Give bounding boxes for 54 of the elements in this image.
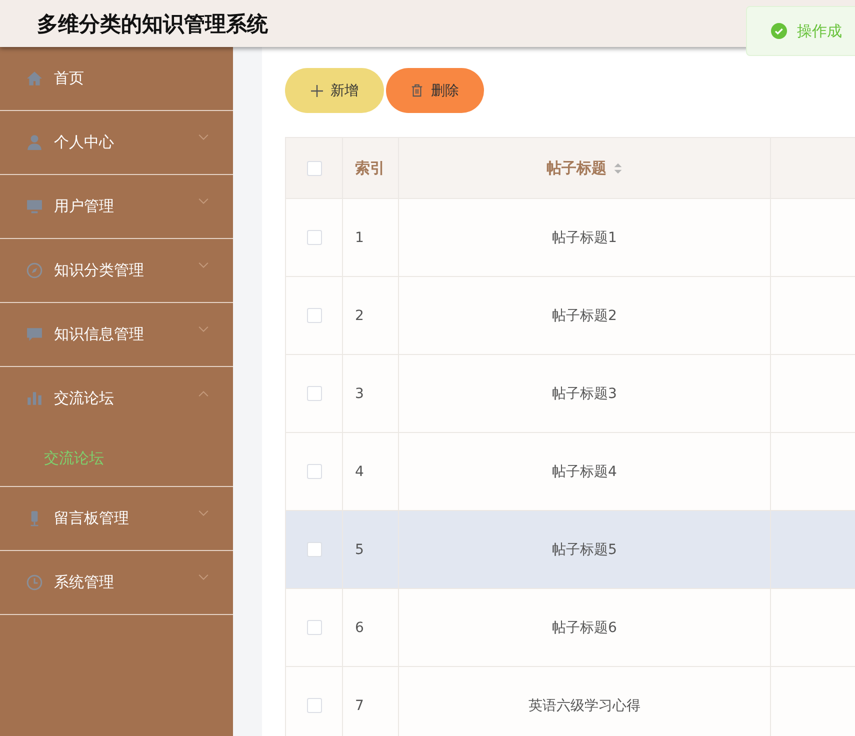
plus-icon [310, 84, 322, 96]
sidebar-item[interactable]: 个人中心 [0, 111, 233, 174]
trash-icon [411, 84, 423, 97]
table-cell: 1 [355, 230, 364, 246]
table-cell: 4 [355, 464, 364, 480]
table-cell: 帖子标题5 [552, 540, 617, 558]
row-checkbox[interactable] [306, 230, 322, 245]
table-cell: 帖子标题4 [552, 462, 617, 480]
table-cell: 6 [355, 620, 364, 636]
table-cell: 3 [355, 386, 364, 402]
row-checkbox[interactable] [306, 542, 322, 557]
delete-button[interactable]: 删除 [386, 68, 484, 113]
sort-icon[interactable] [612, 162, 622, 174]
table-row[interactable]: 3 帖子标题3 [286, 355, 855, 433]
table-cell: 5 [355, 542, 364, 558]
row-checkbox[interactable] [306, 620, 322, 635]
sidebar-item[interactable]: 用户管理 [0, 175, 233, 238]
column-header[interactable]: 帖子标题 [399, 138, 771, 198]
success-icon [771, 23, 787, 39]
row-checkbox[interactable] [306, 308, 322, 323]
column-header[interactable]: 索引 [343, 138, 399, 198]
table-cell: 2 [355, 308, 364, 324]
sidebar-subitem[interactable]: 交流论坛 [0, 430, 233, 486]
sidebar-item[interactable]: 留言板管理 [0, 487, 233, 550]
table-row[interactable]: 2 帖子标题2 [286, 277, 855, 355]
table-row[interactable]: 1 帖子标题1 [286, 199, 855, 277]
home-icon [26, 70, 43, 87]
toast-message: 操作成 [797, 22, 842, 40]
sidebar-item[interactable]: 交流论坛 [0, 367, 233, 430]
add-button[interactable]: 新增 [285, 68, 384, 113]
chat-icon [26, 326, 43, 343]
table-cell: 帖子标题6 [552, 618, 617, 636]
select-all-checkbox[interactable] [306, 160, 322, 176]
sidebar-item[interactable]: 系统管理 [0, 551, 233, 614]
bar-chart-icon [26, 390, 43, 407]
row-checkbox[interactable] [306, 464, 322, 479]
row-checkbox[interactable] [306, 386, 322, 401]
monitor-icon [26, 198, 43, 215]
compass-icon [26, 262, 43, 279]
table-row[interactable]: 6 帖子标题6 [286, 589, 855, 667]
sidebar-item[interactable]: 知识分类管理 [0, 239, 233, 302]
table-cell: 帖子标题3 [552, 384, 617, 402]
row-checkbox[interactable] [306, 698, 322, 713]
sidebar-item[interactable]: 知识信息管理 [0, 303, 233, 366]
table-cell: 帖子标题1 [552, 228, 617, 246]
app-title: 多维分类的知识管理系统 [37, 10, 268, 38]
table-cell: 英语六级学习心得 [528, 696, 640, 714]
table-cell: 帖子标题2 [552, 306, 617, 324]
user-icon [26, 134, 43, 151]
clock-icon [26, 574, 43, 591]
sidebar-item[interactable]: 首页 [0, 47, 233, 110]
table-row[interactable]: 4 帖子标题4 [286, 433, 855, 511]
table-row[interactable]: 5 帖子标题5 [286, 511, 855, 589]
table-cell: 7 [355, 698, 364, 714]
